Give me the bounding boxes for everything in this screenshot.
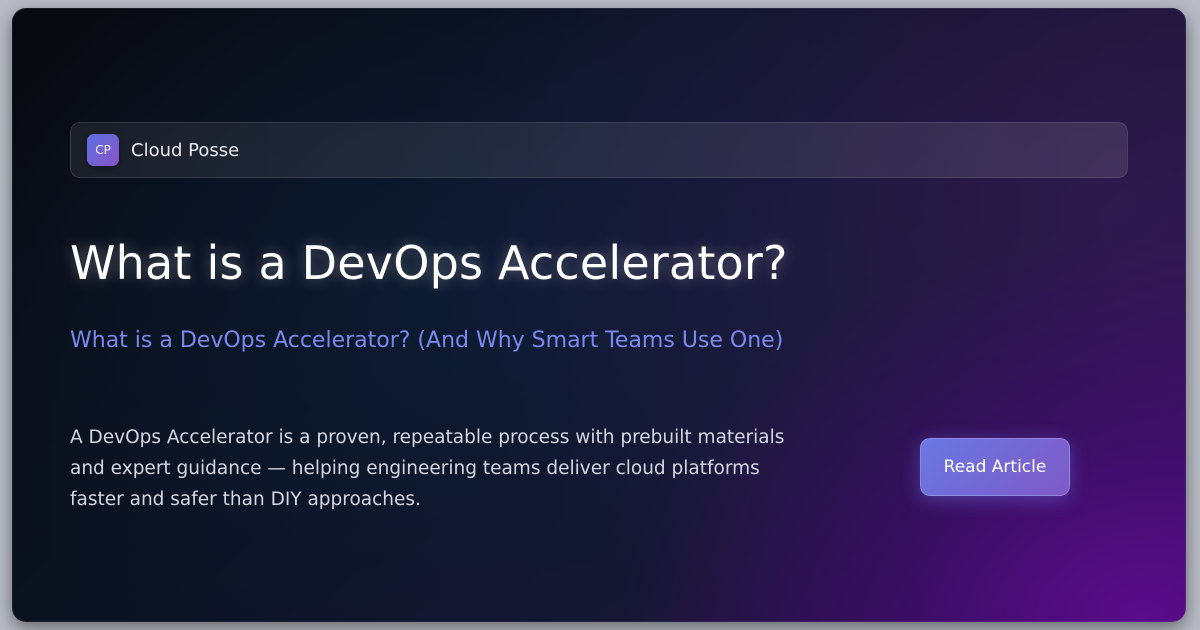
article-title: What is a DevOps Accelerator? <box>70 236 788 290</box>
brand-bar: CP Cloud Posse <box>70 122 1128 178</box>
brand-logo-icon: CP <box>87 134 119 166</box>
article-description: A DevOps Accelerator is a proven, repeat… <box>70 427 785 510</box>
brand-name: Cloud Posse <box>131 139 240 161</box>
article-card: CP Cloud Posse What is a DevOps Accelera… <box>12 8 1186 622</box>
read-article-button[interactable]: Read Article <box>920 438 1070 496</box>
article-subtitle: What is a DevOps Accelerator? (And Why S… <box>70 328 784 353</box>
